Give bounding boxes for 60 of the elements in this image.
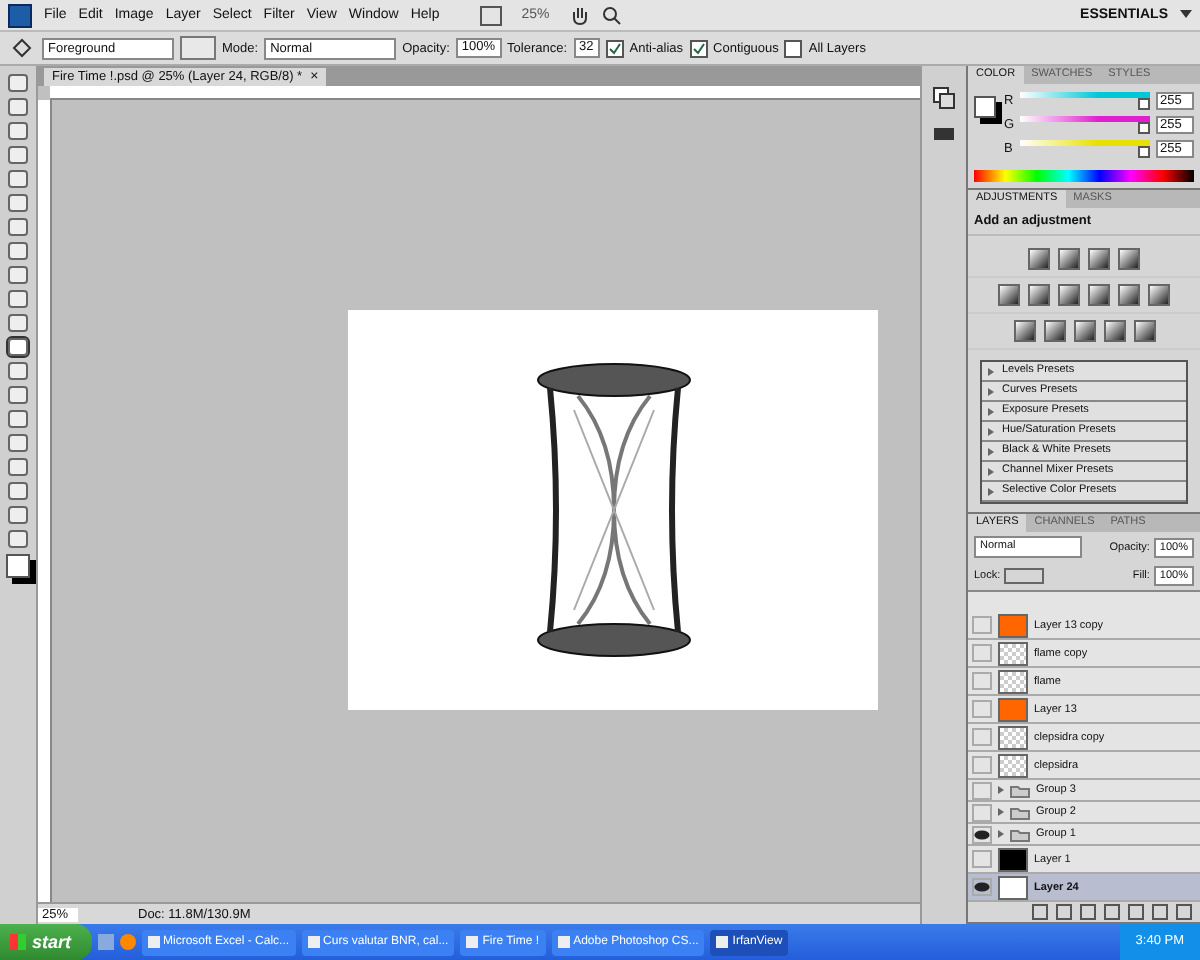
color-slider[interactable] — [1020, 116, 1150, 134]
tool-icon[interactable] — [8, 362, 28, 380]
adjustment-icon[interactable] — [998, 284, 1020, 306]
adjustment-icon[interactable] — [1133, 320, 1155, 342]
visibility-toggle[interactable] — [972, 728, 992, 746]
color-swatches-icon[interactable] — [6, 554, 30, 578]
visibility-toggle[interactable] — [972, 644, 992, 662]
adjustment-icon[interactable] — [1058, 284, 1080, 306]
adjustment-icon[interactable] — [1028, 284, 1050, 306]
checkbox[interactable] — [605, 39, 624, 57]
adjustment-icon[interactable] — [1013, 320, 1035, 342]
adjustment-icon[interactable] — [1088, 284, 1110, 306]
adjustment-icon[interactable] — [1058, 248, 1080, 270]
tool-icon[interactable] — [8, 458, 28, 476]
adjustment-icon[interactable] — [1148, 284, 1170, 306]
pattern-picker[interactable] — [180, 36, 216, 60]
visibility-toggle[interactable] — [972, 781, 992, 799]
adjustment-icon[interactable] — [1073, 320, 1095, 342]
adjustment-icon[interactable] — [1118, 248, 1140, 270]
checkbox[interactable] — [784, 39, 803, 57]
adjustment-icon[interactable] — [1103, 320, 1125, 342]
adjustment-icon[interactable] — [1028, 248, 1050, 270]
tool-icon[interactable] — [8, 530, 28, 548]
visibility-toggle[interactable] — [972, 878, 992, 896]
tool-icon[interactable] — [8, 290, 28, 308]
app-logo-icon — [8, 3, 32, 27]
visibility-toggle[interactable] — [972, 700, 992, 718]
color-swatches-icon[interactable] — [974, 96, 996, 118]
tool-icon[interactable] — [8, 410, 28, 428]
visibility-toggle[interactable] — [972, 803, 992, 821]
tool-icon[interactable] — [8, 506, 28, 524]
tool-icon[interactable] — [8, 482, 28, 500]
tool-icon[interactable] — [8, 338, 28, 356]
tool-icon[interactable] — [8, 386, 28, 404]
tool-icon[interactable] — [8, 194, 28, 212]
color-slider[interactable] — [1020, 92, 1150, 110]
tool-icon[interactable] — [8, 266, 28, 284]
visibility-toggle[interactable] — [972, 672, 992, 690]
visibility-toggle[interactable] — [972, 850, 992, 868]
tool-icon[interactable] — [8, 146, 28, 164]
tool-icon[interactable] — [8, 74, 28, 92]
visibility-toggle[interactable] — [972, 616, 992, 634]
visibility-toggle[interactable] — [972, 825, 992, 843]
visibility-toggle[interactable] — [972, 756, 992, 774]
color-spectrum-bar[interactable] — [974, 170, 1194, 182]
tool-icon[interactable] — [8, 98, 28, 116]
adjustment-icon[interactable] — [1118, 284, 1140, 306]
tool-icon[interactable] — [8, 314, 28, 332]
adjustment-icon[interactable] — [1088, 248, 1110, 270]
tool-icon[interactable] — [8, 170, 28, 188]
adjustment-icon[interactable] — [1043, 320, 1065, 342]
checkbox[interactable] — [689, 39, 708, 57]
tool-icon[interactable] — [8, 434, 28, 452]
tool-icon[interactable] — [8, 218, 28, 236]
color-slider[interactable] — [1020, 140, 1150, 158]
tool-icon[interactable] — [8, 122, 28, 140]
hand-icon[interactable] — [569, 5, 590, 25]
zoom-icon[interactable] — [601, 5, 622, 25]
caret-icon[interactable] — [1180, 10, 1192, 20]
tool-icon[interactable] — [8, 242, 28, 260]
